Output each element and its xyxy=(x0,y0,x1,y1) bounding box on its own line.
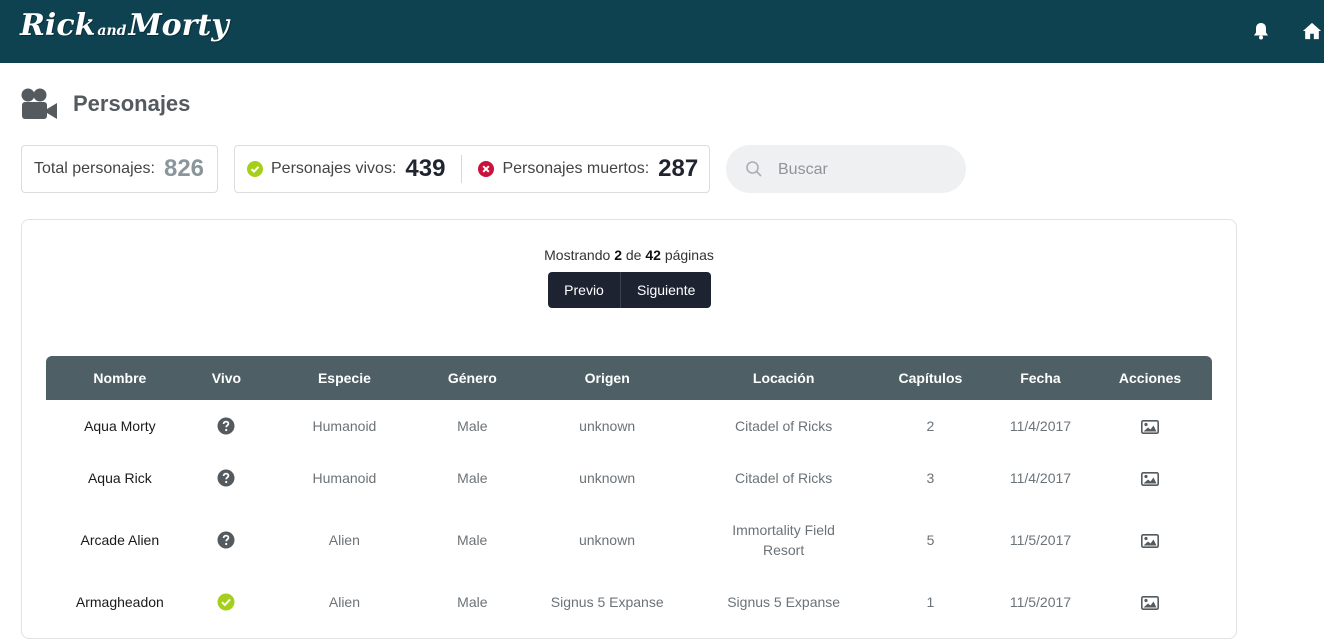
header-capitulos[interactable]: Capítulos xyxy=(868,370,993,386)
cell-gender: Male xyxy=(457,418,488,434)
search-icon xyxy=(746,161,762,177)
status-cell xyxy=(194,417,259,435)
pagination-middle: de xyxy=(625,247,642,263)
previous-button[interactable]: Previo xyxy=(548,272,621,308)
cell-origin: unknown xyxy=(579,418,636,434)
table-header: Nombre Vivo Especie Género Origen Locaci… xyxy=(46,356,1212,400)
pagination-total: 42 xyxy=(645,247,661,263)
characters-card: Mostrando 2 de 42 páginas Previo Siguien… xyxy=(21,219,1237,639)
question-circle-icon xyxy=(217,417,235,435)
header-vivo[interactable]: Vivo xyxy=(194,370,259,386)
status-cell xyxy=(194,593,259,611)
status-cell xyxy=(194,531,259,549)
cell-species: Humanoid xyxy=(312,470,377,486)
actions-cell xyxy=(1088,470,1212,487)
question-circle-icon xyxy=(217,469,235,487)
actions-cell xyxy=(1088,418,1212,435)
total-characters-card: Total personajes: 826 xyxy=(21,145,218,193)
cell-species: Alien xyxy=(328,532,360,548)
header-especie[interactable]: Especie xyxy=(259,370,430,386)
total-characters-label: Total personajes: xyxy=(34,160,155,177)
image-icon[interactable] xyxy=(1141,472,1160,487)
cell-date: 11/5/2017 xyxy=(1009,532,1072,548)
image-icon[interactable] xyxy=(1141,420,1160,435)
cell-episodes: 5 xyxy=(926,532,935,548)
cell-date: 11/4/2017 xyxy=(1009,470,1072,486)
pagination-buttons: Previo Siguiente xyxy=(548,272,711,308)
header-origen[interactable]: Origen xyxy=(515,370,699,386)
x-circle-icon xyxy=(478,161,495,177)
actions-cell xyxy=(1088,532,1212,549)
cell-gender: Male xyxy=(457,470,488,486)
question-circle-icon xyxy=(217,531,235,549)
pagination-prefix: Mostrando xyxy=(544,247,611,263)
check-circle-icon xyxy=(247,161,263,177)
top-navbar: Rick andMorty xyxy=(0,0,1324,63)
pagination-suffix: páginas xyxy=(664,247,714,263)
alive-dead-card: Personajes vivos: 439 Personajes muertos… xyxy=(234,145,710,193)
logo-text-morty: Morty xyxy=(128,8,229,43)
header-fecha[interactable]: Fecha xyxy=(993,370,1088,386)
cell-name: Aqua Morty xyxy=(84,418,156,434)
search-input[interactable] xyxy=(776,157,950,183)
pagination-info: Mostrando 2 de 42 páginas xyxy=(22,247,1236,263)
pagination-current: 2 xyxy=(614,247,622,263)
logo-text-rick: Rick xyxy=(20,8,96,43)
video-camera-icon xyxy=(21,88,57,119)
cell-location: Citadel of Ricks xyxy=(735,418,833,434)
table-row: Armagheadon Alien Male Signus 5 Expanse … xyxy=(46,576,1212,628)
image-icon[interactable] xyxy=(1141,534,1160,549)
cell-gender: Male xyxy=(457,532,488,548)
alive-characters-value: 439 xyxy=(405,155,446,182)
total-characters-value: 826 xyxy=(163,155,205,182)
cell-date: 11/4/2017 xyxy=(1009,418,1072,434)
check-circle-icon xyxy=(217,593,235,611)
cell-name: Arcade Alien xyxy=(80,532,160,548)
cell-episodes: 2 xyxy=(926,418,935,434)
table-row: Aqua Rick Humanoid Male unknown Citadel … xyxy=(46,452,1212,504)
header-locacion[interactable]: Locación xyxy=(699,370,868,386)
next-button[interactable]: Siguiente xyxy=(621,272,711,308)
dead-characters-value: 287 xyxy=(658,155,699,182)
search-box xyxy=(726,145,966,193)
rick-and-morty-logo[interactable]: Rick andMorty xyxy=(20,8,229,43)
table-row: Aqua Morty Humanoid Male unknown Citadel… xyxy=(46,400,1212,452)
cell-origin: unknown xyxy=(578,532,635,548)
cell-location: Immortality Field Resort xyxy=(732,522,835,558)
cell-origin: unknown xyxy=(579,470,636,486)
bell-icon[interactable] xyxy=(1251,21,1271,41)
cell-location: Citadel of Ricks xyxy=(735,470,833,486)
stat-divider xyxy=(461,155,463,183)
image-icon[interactable] xyxy=(1141,596,1160,611)
cell-name: Aqua Rick xyxy=(87,470,152,486)
status-cell xyxy=(194,469,259,487)
home-icon[interactable] xyxy=(1302,21,1322,41)
header-genero[interactable]: Género xyxy=(430,370,515,386)
logo-text-and: and xyxy=(97,23,127,39)
header-acciones: Acciones xyxy=(1118,370,1182,386)
characters-table: Nombre Vivo Especie Género Origen Locaci… xyxy=(46,356,1212,628)
table-row: Arcade Alien Alien Male unknown Immortal… xyxy=(46,504,1212,576)
header-nombre[interactable]: Nombre xyxy=(46,370,194,386)
page-title: Personajes xyxy=(73,91,191,116)
dead-characters-label: Personajes muertos: xyxy=(502,160,650,177)
cell-species: Humanoid xyxy=(312,418,377,434)
cell-episodes: 3 xyxy=(926,470,935,486)
alive-characters-label: Personajes vivos: xyxy=(271,160,397,177)
